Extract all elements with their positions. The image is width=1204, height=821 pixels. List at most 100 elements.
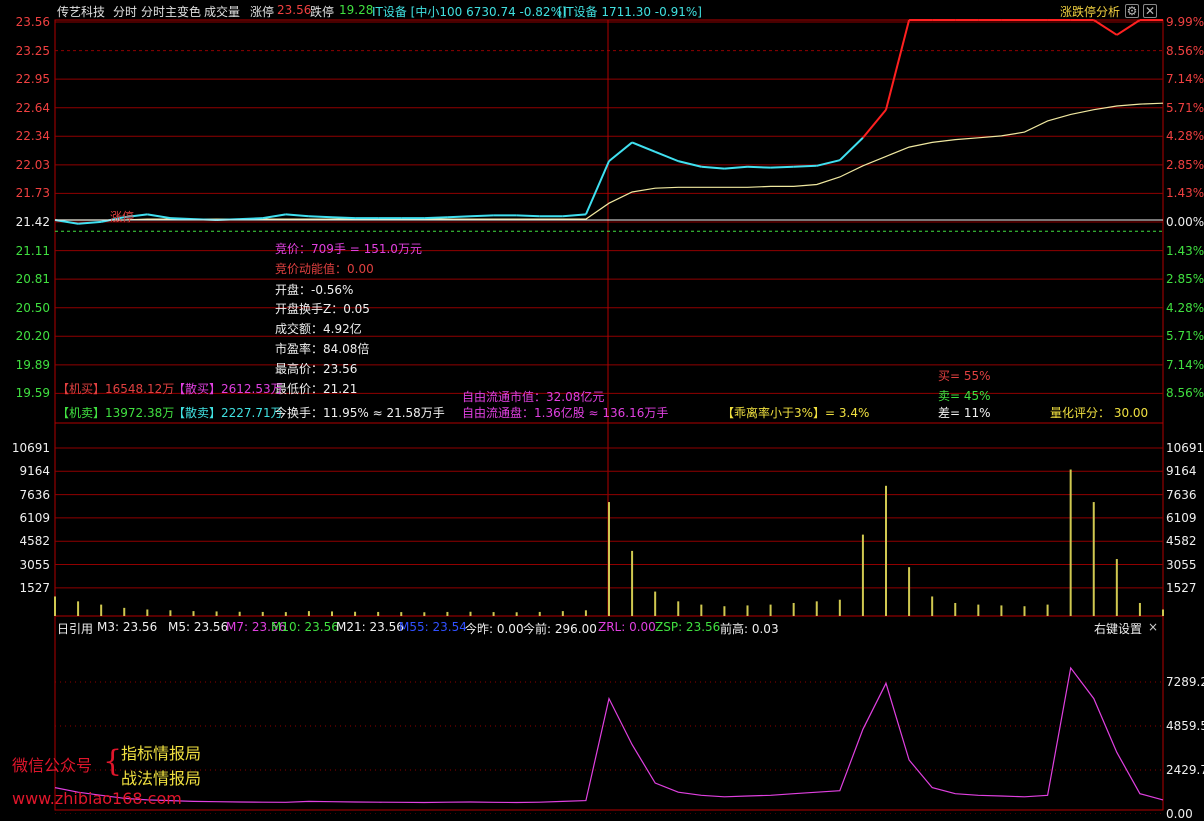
price-line-segment <box>239 217 263 221</box>
price-right-label: 7.14% <box>1166 357 1204 372</box>
high-price: 最高价：23.56 <box>275 362 358 376</box>
vol-left-label: 6109 <box>19 510 50 525</box>
vol-right-label: 3055 <box>1166 557 1197 572</box>
sub-right-label: 2429.79 <box>1166 763 1204 777</box>
price-line-segment <box>331 216 356 220</box>
volume-bar <box>377 611 380 616</box>
limit-up-value: 23.56 <box>277 3 312 17</box>
quant-score: 量化评分： 30.00 <box>1050 406 1149 420</box>
right-menu-settings[interactable]: 右键设置 <box>1094 620 1142 637</box>
limit-up-label: 涨停 <box>250 5 275 19</box>
ma-m21: M21: 23.56 <box>336 620 404 634</box>
price-line-segment <box>885 19 911 110</box>
volume-bar <box>423 612 426 616</box>
price-left-label: 21.73 <box>15 186 50 201</box>
zrl: ZRL: 0.00 <box>598 620 656 634</box>
volume-bar <box>261 611 264 616</box>
volume-bar <box>77 601 80 616</box>
volume-bar <box>977 604 980 616</box>
price-line-segment <box>562 213 586 218</box>
price-line-segment <box>262 213 286 220</box>
stock-name[interactable]: 传艺科技 <box>57 3 105 20</box>
volume-bars <box>54 469 1164 616</box>
volume-bar <box>238 611 241 616</box>
volume-bar <box>446 611 449 616</box>
deviation: 【乖离率小于3%】= 3.4% <box>722 406 870 420</box>
price-right-label: 4.28% <box>1166 129 1204 144</box>
price-left-label: 19.89 <box>15 357 50 372</box>
volume-label: 成交量 <box>204 5 241 19</box>
price-line-segment <box>447 215 471 219</box>
price-line-segment <box>724 165 748 170</box>
low-price: 最低价：21.21 <box>275 382 358 396</box>
watermark-url: www.zhibiao168.com <box>12 789 182 808</box>
retail-sell: 【散卖】2227.71万 <box>173 406 283 420</box>
turnover: 今换手：11.95% ≈ 21.58万手 <box>275 406 445 420</box>
price-left-label: 22.03 <box>15 157 50 172</box>
diff-pct: 差= 11% <box>938 406 991 420</box>
volume-bar <box>123 607 126 616</box>
close-icon[interactable]: ✕ <box>1143 4 1157 18</box>
volume-bar <box>792 602 795 616</box>
brace-icon: { <box>103 744 123 779</box>
volume-bar <box>838 599 841 616</box>
price-line-segment <box>839 137 864 161</box>
price-line-segment <box>701 165 725 170</box>
analysis-label[interactable]: 涨跌停分析 <box>1060 3 1120 20</box>
price-left-label: 20.50 <box>15 300 50 315</box>
ma-m55: M55: 23.54 <box>399 620 467 634</box>
price-right-label: 2.85% <box>1166 157 1204 172</box>
volume-bar <box>100 604 103 616</box>
zhangting-mark: 涨停 <box>110 210 135 224</box>
vol-left-label: 9164 <box>19 464 50 479</box>
volume-bar <box>1162 609 1164 616</box>
price-line-segment <box>147 213 171 220</box>
price-line-segment <box>747 165 771 169</box>
price-right-label: 8.56% <box>1166 43 1204 58</box>
sub-right-label: 0.00 <box>1166 807 1193 821</box>
price-line-segment <box>631 141 656 153</box>
volume-bar <box>931 596 934 616</box>
mode-tab-1[interactable]: 分时 <box>113 3 137 20</box>
close-icon[interactable]: × <box>1148 620 1158 634</box>
volume-bar <box>885 485 887 616</box>
gear-icon[interactable]: ⚙ <box>1125 4 1139 18</box>
index-1: IT设备 [中小100 6730.74 -0.82%] <box>372 5 567 19</box>
volume-bar <box>677 601 680 616</box>
vol-right-label: 4582 <box>1166 534 1197 549</box>
price-line-segment <box>584 160 610 215</box>
volume-bar <box>1000 605 1003 616</box>
volume-bar <box>331 611 333 616</box>
price-left-label: 21.11 <box>15 243 50 258</box>
volume-bar <box>908 567 911 616</box>
price-right-label: 0.00% <box>1166 215 1204 229</box>
mode-tab-2[interactable]: 分时主变色 <box>141 3 201 20</box>
price-line-segment <box>308 215 333 219</box>
bid-energy: 竞价动能值：0.00 <box>275 262 374 276</box>
free-shares: 自由流通盘：1.36亿股 ≈ 136.16万手 <box>462 406 669 420</box>
price-left-label: 21.42 <box>15 215 50 229</box>
vol-left-label: 4582 <box>19 534 50 549</box>
price-right-label: 2.85% <box>1166 272 1204 287</box>
price-line-segment <box>654 150 679 163</box>
price-left-label: 20.20 <box>15 329 50 344</box>
open-pct: 开盘：-0.56% <box>275 283 354 297</box>
volume-bar <box>146 609 149 616</box>
volume-bar <box>1069 469 1072 616</box>
sub-indicator-path <box>54 666 1164 804</box>
price-line-segment <box>170 217 194 221</box>
volume-bar <box>400 612 403 616</box>
volume-bar <box>746 605 749 616</box>
pe-ratio: 市盈率：84.08倍 <box>275 342 370 356</box>
price-right-label: 8.56% <box>1166 386 1204 401</box>
price-right-label: 1.43% <box>1166 243 1204 258</box>
limit-down-label: 跌停 <box>310 5 335 19</box>
price-right-label: 9.99% <box>1166 15 1204 29</box>
vol-right-label: 7636 <box>1166 487 1197 502</box>
volume-bar <box>1023 606 1026 616</box>
open-turnover: 开盘换手Z：0.05 <box>275 302 370 316</box>
price-line-segment <box>516 214 540 218</box>
price-left-label: 22.95 <box>15 72 50 87</box>
sub-indicator-name[interactable]: 日引用 <box>57 620 93 637</box>
price-line-segment <box>678 160 702 168</box>
